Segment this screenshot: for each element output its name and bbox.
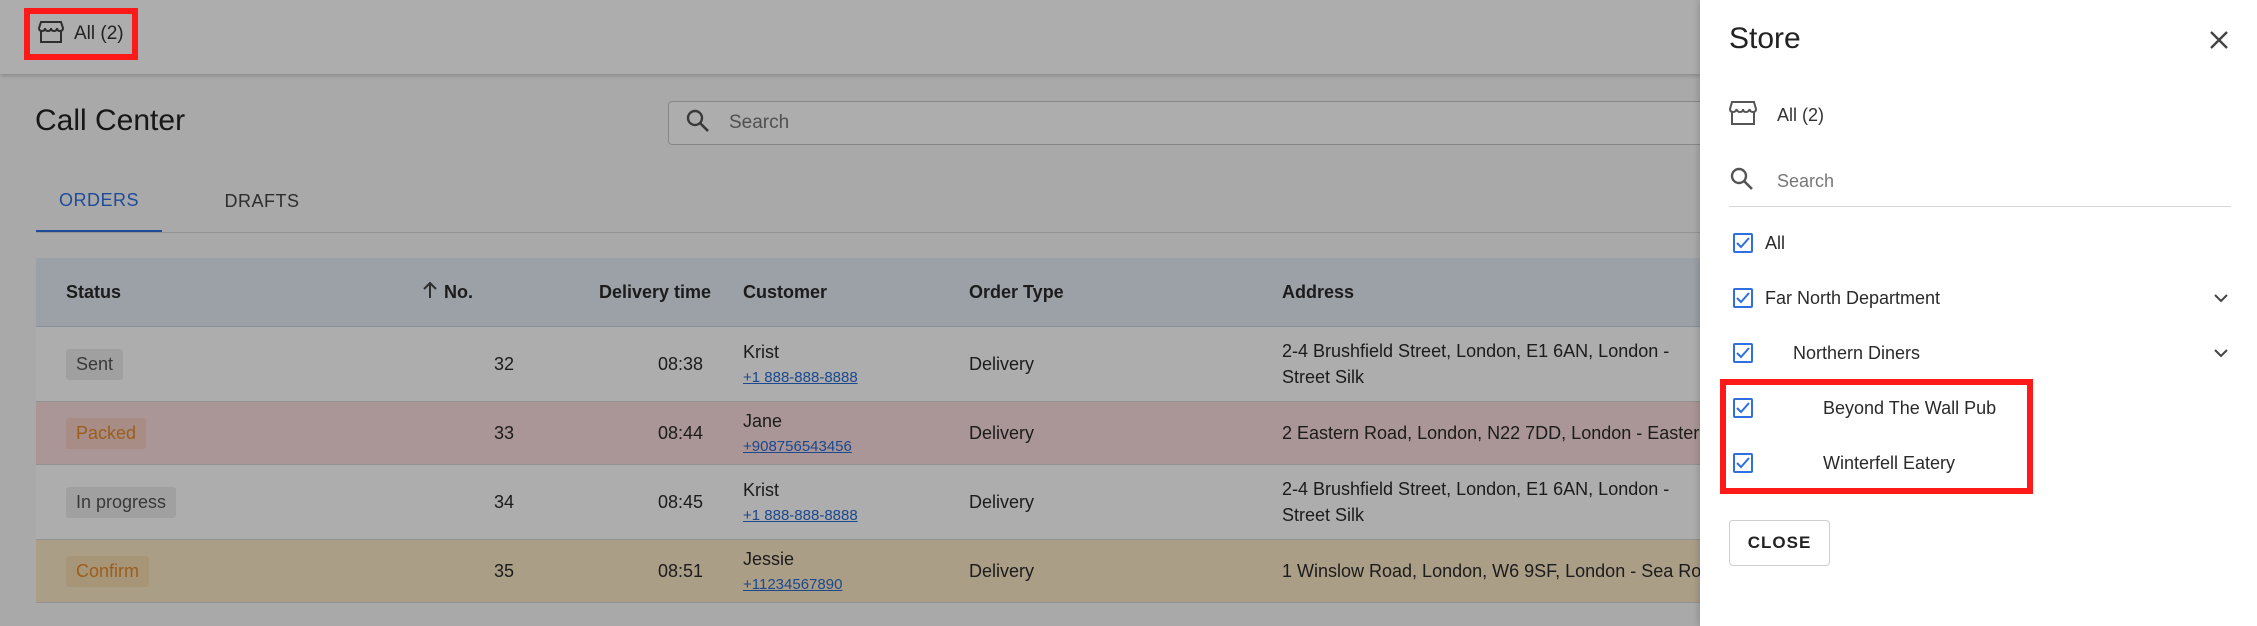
chevron-down-icon[interactable] [2209,341,2233,365]
tree-item-winterfell-eatery[interactable]: Winterfell Eatery [1733,443,2233,483]
chevron-down-icon[interactable] [2209,286,2233,310]
store-search[interactable] [1729,156,2231,207]
search-icon [1729,166,1755,197]
tree-item-far-north-department[interactable]: Far North Department [1733,278,2233,318]
tree-item-all[interactable]: All [1733,223,2233,263]
tree-item-label: Winterfell Eatery [1823,452,1956,473]
checkbox-far-north-department[interactable] [1733,288,1753,308]
modal-backdrop[interactable] [0,0,1700,626]
tree-item-label: All [1765,232,1786,253]
app: All (2) Call Center ORDERS DRAFTS Status [0,0,2257,626]
close-button[interactable]: CLOSE [1729,520,1830,566]
chip-highlight-frame [24,8,138,60]
tree-item-label: Beyond The Wall Pub [1823,397,1997,418]
selected-stores-summary: All (2) [1728,100,1825,131]
tree-item-label: Northern Diners [1793,342,1921,363]
checkbox-all[interactable] [1733,233,1753,253]
store-icon [1728,100,1758,131]
checkbox-winterfell-eatery[interactable] [1733,453,1753,473]
checkbox-northern-diners[interactable] [1733,343,1753,363]
tree-item-beyond-the-wall-pub[interactable]: Beyond The Wall Pub [1733,388,2233,428]
tree-item-label: Far North Department [1765,287,1941,308]
checkbox-beyond-the-wall-pub[interactable] [1733,398,1753,418]
store-search-input[interactable] [1775,169,2199,193]
close-icon[interactable] [2205,26,2233,54]
summary-label: All (2) [1777,105,1825,125]
tree-item-northern-diners[interactable]: Northern Diners [1733,333,2233,373]
drawer-title: Store [1729,22,1801,55]
